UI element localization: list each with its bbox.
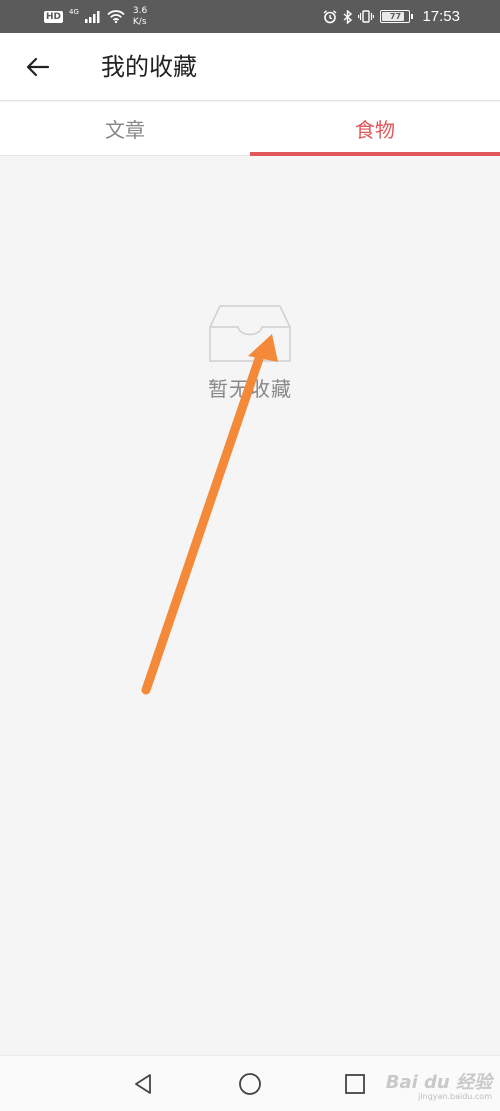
back-button[interactable]: [22, 51, 54, 83]
recents-square-icon: [345, 1074, 365, 1094]
home-circle-icon: [239, 1073, 261, 1095]
clock: 17:53: [422, 8, 460, 25]
empty-state: 暂无收藏: [200, 303, 300, 402]
hd-badge: HD: [44, 10, 64, 23]
back-arrow-icon: [26, 57, 50, 77]
nav-recents-button[interactable]: [341, 1070, 369, 1098]
speed-value: 3.6: [132, 5, 148, 16]
status-left: HD 4G 3.6 K/s: [44, 0, 147, 33]
tab-articles[interactable]: 文章: [0, 102, 250, 155]
empty-tray-icon: [209, 305, 291, 362]
page-title: 我的收藏: [101, 53, 197, 81]
empty-state-text: 暂无收藏: [208, 377, 292, 401]
network-type: 4G: [69, 8, 79, 16]
wifi-icon: [107, 10, 125, 23]
battery-level: 77: [389, 12, 402, 21]
signal-icon: [84, 10, 100, 23]
vibrate-icon: [358, 10, 375, 23]
tab-food[interactable]: 食物: [250, 102, 500, 156]
watermark: Bai du 经验 jingyan.baidu.com: [386, 1068, 492, 1101]
alarm-icon: [323, 9, 337, 23]
watermark-url: jingyan.baidu.com: [418, 1092, 492, 1101]
back-triangle-icon: [135, 1074, 151, 1094]
nav-back-button[interactable]: [129, 1070, 157, 1098]
status-right: 77 17:53: [323, 0, 500, 33]
tab-bar: 文章 食物: [0, 102, 500, 156]
watermark-logo: Bai du 经验: [385, 1072, 492, 1093]
speed-unit: K/s: [132, 16, 147, 27]
battery-icon: 77: [380, 10, 414, 23]
status-bar: HD 4G 3.6 K/s 77 17:53: [0, 0, 500, 33]
system-nav-bar: Bai du 经验 jingyan.baidu.com: [0, 1055, 500, 1111]
content-area: 暂无收藏: [0, 157, 500, 1055]
nav-home-button[interactable]: [236, 1070, 264, 1098]
app-header: 我的收藏: [0, 33, 500, 101]
bluetooth-icon: [343, 9, 353, 24]
network-speed: 3.6 K/s: [133, 6, 147, 28]
